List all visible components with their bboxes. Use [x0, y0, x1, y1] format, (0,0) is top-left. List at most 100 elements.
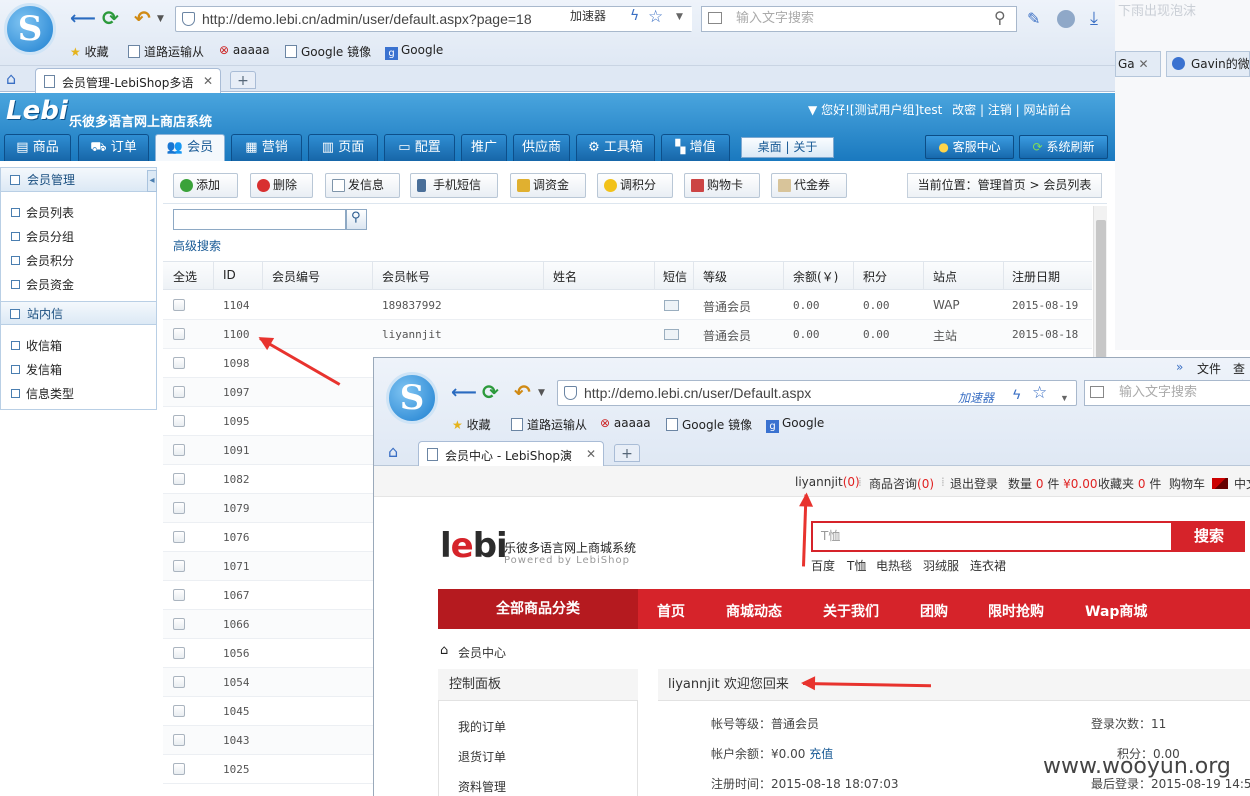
download-icon[interactable]: ⤓ [1090, 8, 1098, 29]
row-checkbox[interactable] [173, 560, 185, 572]
lightning-icon[interactable]: ϟ [1013, 382, 1020, 405]
home-icon[interactable]: ⌂ [6, 69, 16, 88]
advanced-search-link[interactable]: 高级搜索 [173, 237, 221, 254]
bookmark-item[interactable]: ⊗ aaaaa [219, 43, 270, 57]
nav-wap-store[interactable]: Wap商城 [1085, 601, 1147, 621]
bookmark-item[interactable]: ⊗ aaaaa [600, 416, 651, 430]
bookmark-item[interactable]: Google 镜像 [285, 43, 371, 60]
row-checkbox[interactable] [173, 473, 185, 485]
row-checkbox[interactable] [173, 618, 185, 630]
bookmark-favorites[interactable]: ★ 收藏 [70, 43, 109, 60]
close-icon[interactable]: ✕ [1138, 57, 1148, 71]
recharge-link[interactable]: 充值 [809, 747, 833, 761]
adjust-points-button[interactable]: 调积分 [597, 173, 673, 198]
browser-search-input[interactable]: 输入文字搜索 [1084, 380, 1250, 406]
tab-promotion[interactable]: 推广 [461, 134, 507, 161]
frontend-link[interactable]: 网站前台 [1024, 103, 1072, 117]
sidebar-collapse-handle[interactable]: ◂ [147, 170, 157, 192]
member-search-input[interactable] [173, 209, 346, 230]
delete-button[interactable]: 删除 [250, 173, 313, 198]
mail-icon[interactable] [664, 329, 679, 340]
address-bar[interactable]: http://demo.lebi.cn/user/Default.aspx 加速… [557, 380, 1077, 406]
new-tab-button[interactable]: + [230, 71, 256, 89]
hot-keyword[interactable]: 连衣裙 [970, 557, 1006, 574]
close-icon[interactable]: ✕ [203, 74, 213, 88]
close-icon[interactable]: ✕ [586, 447, 596, 461]
back-icon[interactable]: ⟵ [70, 8, 96, 29]
accelerator-label[interactable]: 加速器 [958, 386, 994, 405]
url-dropdown-icon[interactable]: ▼ [1060, 386, 1069, 405]
undo-dropdown-icon[interactable]: ▼ [157, 14, 164, 24]
row-checkbox[interactable] [173, 705, 185, 717]
row-checkbox[interactable] [173, 647, 185, 659]
undo-icon[interactable]: ↶ [134, 6, 151, 30]
bookmark-item[interactable]: 道路运输从 [511, 416, 587, 433]
top-user-link[interactable]: liyannjit(0) [795, 475, 860, 489]
background-tab[interactable]: Ga ✕ [1115, 51, 1161, 77]
tab-toolbox[interactable]: ⚙ 工具箱 [576, 134, 655, 161]
row-checkbox[interactable] [173, 676, 185, 688]
hot-keyword[interactable]: 百度 [811, 557, 835, 574]
row-checkbox[interactable] [173, 415, 185, 427]
service-center-button[interactable]: ● 客服中心 [925, 135, 1014, 159]
tab-member-admin[interactable]: 会员管理-LebiShop多语 ✕ [35, 68, 221, 93]
tab-value-added[interactable]: ▚ 增值 [661, 134, 730, 161]
favorites-link[interactable]: 收藏夹 0 件 [1098, 475, 1161, 492]
system-refresh-button[interactable]: ⟳ 系统刷新 [1019, 135, 1108, 159]
back-icon[interactable]: ⟵ [451, 382, 477, 403]
member-search-button[interactable]: ⚲ [346, 209, 367, 230]
logout-link[interactable]: 退出登录 [950, 475, 998, 492]
search-icon[interactable]: ⚲ [994, 8, 1006, 27]
sidebar-item-message-types[interactable]: 信息类型 [11, 385, 74, 402]
tab-pages[interactable]: ▥ 页面 [308, 134, 378, 161]
send-message-button[interactable]: 发信息 [325, 173, 400, 198]
adjust-funds-button[interactable]: 调资金 [510, 173, 586, 198]
column-id[interactable]: ID [223, 268, 236, 282]
sidebar-item-outbox[interactable]: 发信箱 [11, 361, 62, 378]
cart-link[interactable]: 购物车 [1169, 475, 1205, 492]
background-tab[interactable]: Gavin的微 [1166, 51, 1250, 77]
row-checkbox[interactable] [173, 328, 185, 340]
menu-file[interactable]: 文件 [1197, 360, 1221, 377]
hot-keyword[interactable]: T恤 [847, 557, 866, 574]
tab-supplier[interactable]: 供应商 [513, 134, 570, 161]
about-link[interactable]: 关于 [793, 140, 817, 154]
new-tab-button[interactable]: + [614, 444, 640, 462]
store-search-button[interactable]: 搜索 [1173, 521, 1245, 552]
row-checkbox[interactable] [173, 734, 185, 746]
tab-orders[interactable]: ⛟ 订单 [78, 134, 149, 161]
star-icon[interactable]: ☆ [1032, 381, 1047, 405]
bookmark-item[interactable]: g Google [766, 416, 824, 433]
lightning-icon[interactable]: ϟ [630, 8, 639, 24]
add-button[interactable]: 添加 [173, 173, 238, 198]
select-all-checkbox[interactable]: 全选 [173, 268, 197, 285]
table-row[interactable]: 1100 liyannjit 普通会员 0.00 0.00 主站 2015-08-18 [163, 320, 1092, 349]
nav-about[interactable]: 关于我们 [823, 601, 879, 621]
table-scrollbar[interactable] [1093, 206, 1107, 358]
hot-keyword[interactable]: 羽绒服 [923, 557, 959, 574]
home-icon[interactable]: ⌂ [388, 442, 398, 461]
tab-marketing[interactable]: ▦ 营销 [231, 134, 302, 161]
sidebar-section-members[interactable]: 会员管理 [1, 168, 156, 192]
refresh-icon[interactable]: ⟳ [482, 380, 499, 404]
desktop-link[interactable]: 桌面 [758, 140, 782, 154]
bookmark-item[interactable]: g Google [385, 43, 443, 60]
column-account[interactable]: 会员帐号 [382, 268, 430, 285]
sidebar-item-member-funds[interactable]: 会员资金 [11, 276, 74, 293]
logout-link[interactable]: 注销 [988, 103, 1012, 117]
sidebar-item-member-points[interactable]: 会员积分 [11, 252, 74, 269]
row-checkbox[interactable] [173, 763, 185, 775]
star-icon[interactable]: ☆ [648, 7, 663, 27]
bookmark-favorites[interactable]: ★ 收藏 [452, 416, 491, 433]
row-checkbox[interactable] [173, 502, 185, 514]
tab-members[interactable]: 👥 会员 [155, 134, 225, 161]
sidebar-item-member-groups[interactable]: 会员分组 [11, 228, 74, 245]
nav-home[interactable]: 首页 [657, 601, 685, 621]
column-level[interactable]: 等级 [703, 268, 727, 285]
url-dropdown-icon[interactable]: ▼ [676, 12, 683, 22]
column-reg-date[interactable]: 注册日期 [1012, 268, 1060, 285]
change-password-link[interactable]: 改密 [952, 103, 976, 117]
store-search-input[interactable]: T恤 [811, 521, 1173, 552]
column-site[interactable]: 站点 [933, 268, 957, 285]
sidebar-item-inbox[interactable]: 收信箱 [11, 337, 62, 354]
